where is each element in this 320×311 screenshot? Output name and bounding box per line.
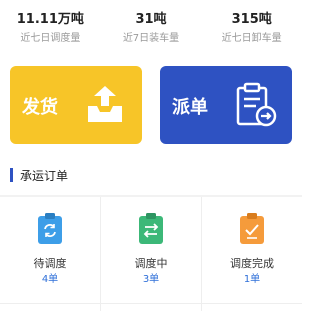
clipboard-check-icon — [240, 213, 264, 244]
stat-label: 近七日卸车量 — [221, 33, 282, 44]
tray-upload-icon — [88, 86, 122, 122]
stats-row: 11.11万吨 近七日调度量 31吨 近7日装车量 315吨 近七日卸车量 — [0, 0, 302, 60]
ship-button[interactable]: 发货 — [10, 66, 142, 144]
status-label: 调度完成 — [230, 257, 274, 270]
status-count: 1单 — [243, 274, 261, 285]
status-label: 待调度 — [33, 257, 67, 270]
status-pending-dispatch[interactable]: 待调度 4单 — [0, 197, 100, 311]
order-status-grid: 待调度 4单 调度中 3单 调度完成 1单 — [0, 197, 302, 311]
action-cards: 发货 派单 — [10, 66, 292, 146]
section-accent-bar — [10, 168, 13, 182]
stat-value: 31吨 — [135, 12, 167, 27]
stat-unloading-volume[interactable]: 315吨 近七日卸车量 — [201, 0, 302, 60]
status-count: 3单 — [142, 274, 160, 285]
stat-label: 近7日装车量 — [122, 33, 180, 44]
stat-dispatch-volume[interactable]: 11.11万吨 近七日调度量 — [0, 0, 101, 60]
clipboard-arrow-icon — [236, 82, 277, 127]
stat-label: 近七日调度量 — [20, 33, 81, 44]
stat-value: 315吨 — [231, 12, 272, 27]
bottom-divider — [0, 303, 302, 304]
status-dispatch-complete[interactable]: 调度完成 1单 — [201, 197, 302, 311]
section-header: 承运订单 — [10, 166, 68, 184]
section-title: 承运订单 — [20, 168, 69, 183]
stat-value: 11.11万吨 — [16, 12, 84, 27]
dispatch-label: 派单 — [172, 97, 208, 118]
clipboard-transfer-icon — [139, 213, 163, 244]
clipboard-refresh-icon — [38, 213, 62, 244]
status-label: 调度中 — [134, 257, 168, 270]
stat-loading-volume[interactable]: 31吨 近7日装车量 — [101, 0, 202, 60]
ship-label: 发货 — [22, 97, 58, 118]
status-count: 4单 — [41, 274, 59, 285]
dispatch-button[interactable]: 派单 — [160, 66, 292, 144]
status-dispatching[interactable]: 调度中 3单 — [100, 197, 201, 311]
